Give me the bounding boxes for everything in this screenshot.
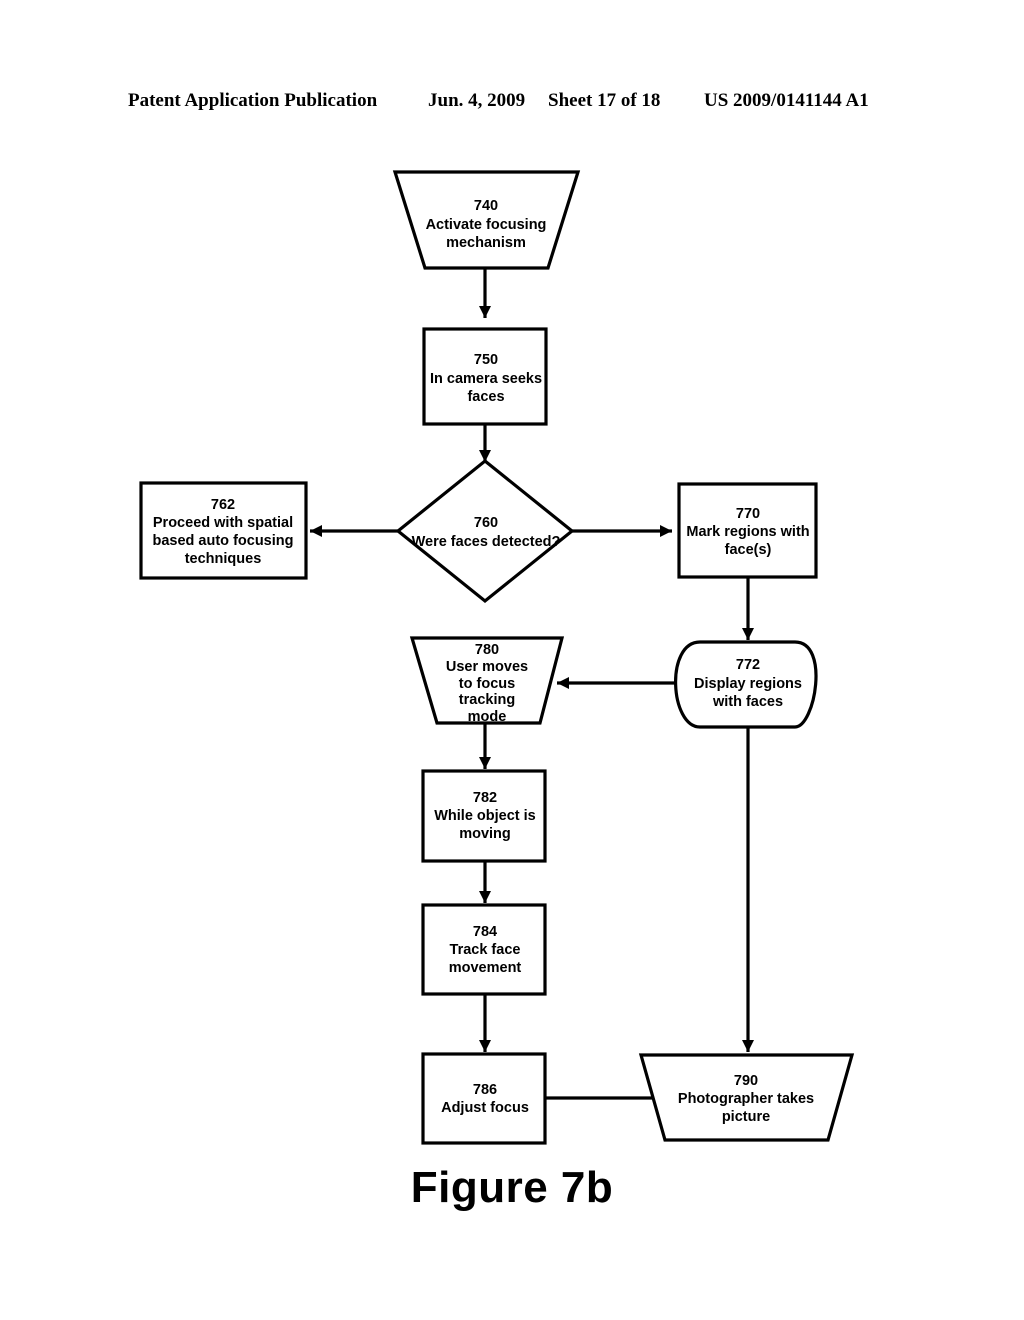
- node-786-shape: [421, 1052, 547, 1145]
- node-762-line-0: 762: [211, 497, 235, 513]
- flowchart-diagram: 740 Activate focusing mechanism 750 In c…: [0, 0, 1024, 1320]
- node-780-line-0: 780: [475, 642, 499, 658]
- node-780-line-3: tracking: [459, 692, 515, 708]
- node-762-line-3: techniques: [185, 551, 262, 567]
- node-760-shape: [395, 458, 575, 604]
- node-784-line-2: movement: [449, 960, 522, 976]
- node-780-line-4: mode: [468, 709, 507, 725]
- node-790-line-1: Photographer takes: [678, 1091, 814, 1107]
- node-780-user-moves-to-focus-tracking-mode[interactable]: 780 User moves to focus tracking mode: [409, 636, 565, 725]
- node-772-line-0: 772: [736, 657, 760, 673]
- figure-caption: Figure 7b: [410, 1163, 614, 1212]
- node-790-line-0: 790: [734, 1073, 758, 1089]
- node-786-adjust-focus[interactable]: 786 Adjust focus: [421, 1052, 547, 1145]
- node-750-line-1: In camera seeks: [430, 371, 542, 387]
- node-762-line-2: based auto focusing: [153, 533, 294, 549]
- node-750-line-0: 750: [474, 352, 498, 368]
- node-760-line-0: 760: [474, 515, 498, 531]
- node-784-line-0: 784: [473, 924, 497, 940]
- node-740-line-2: mechanism: [446, 235, 526, 251]
- node-762-proceed-with-spatial-based-auto-focusing[interactable]: 762 Proceed with spatial based auto focu…: [139, 481, 308, 580]
- node-770-mark-regions-with-faces[interactable]: 770 Mark regions with face(s): [677, 482, 818, 579]
- node-760-were-faces-detected[interactable]: 760 Were faces detected?: [395, 458, 575, 604]
- node-780-line-1: User moves: [446, 659, 528, 675]
- node-770-line-0: 770: [736, 506, 760, 522]
- node-790-line-2: picture: [722, 1109, 770, 1125]
- node-750-in-camera-seeks-faces[interactable]: 750 In camera seeks faces: [422, 327, 548, 426]
- node-782-line-1: While object is: [434, 808, 536, 824]
- node-770-line-2: face(s): [725, 542, 772, 558]
- node-782-line-0: 782: [473, 790, 497, 806]
- node-740-line-1: Activate focusing: [426, 217, 547, 233]
- node-772-line-2: with faces: [712, 694, 783, 710]
- node-762-line-1: Proceed with spatial: [153, 515, 293, 531]
- node-784-track-face-movement[interactable]: 784 Track face movement: [421, 903, 547, 996]
- node-770-line-1: Mark regions with: [686, 524, 809, 540]
- node-750-line-2: faces: [467, 389, 504, 405]
- node-780-line-2: to focus: [459, 676, 515, 692]
- node-740-activate-focusing-mechanism[interactable]: 740 Activate focusing mechanism: [392, 170, 581, 270]
- node-772-line-1: Display regions: [694, 676, 802, 692]
- node-790-photographer-takes-picture[interactable]: 790 Photographer takes picture: [638, 1053, 855, 1142]
- node-782-line-2: moving: [459, 826, 511, 842]
- node-786-line-1: Adjust focus: [441, 1100, 529, 1116]
- node-784-line-1: Track face: [450, 942, 521, 958]
- node-760-line-1: Were faces detected?: [412, 534, 561, 550]
- node-782-while-object-is-moving[interactable]: 782 While object is moving: [421, 769, 547, 863]
- node-786-line-0: 786: [473, 1082, 497, 1098]
- node-772-display-regions-with-faces[interactable]: 772 Display regions with faces: [674, 640, 818, 729]
- node-740-line-0: 740: [474, 198, 498, 214]
